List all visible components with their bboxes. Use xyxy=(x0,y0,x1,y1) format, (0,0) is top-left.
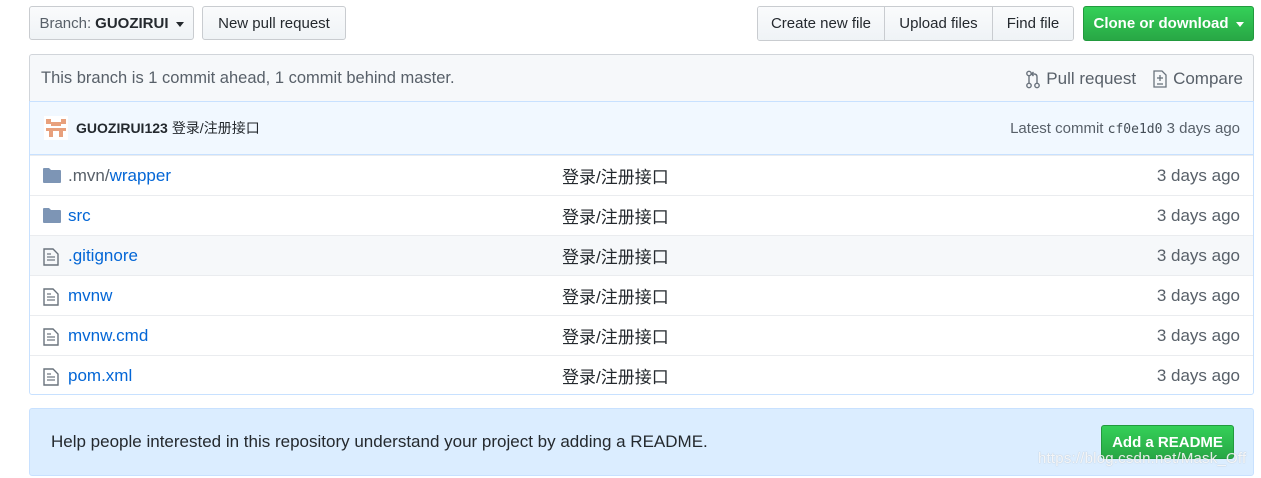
file-name: wrapper xyxy=(109,165,171,185)
file-name: src xyxy=(68,205,91,225)
branch-prefix: Branch: xyxy=(39,14,92,32)
caret-down-icon xyxy=(175,21,184,27)
file-actions-group: Create new file Upload files Find file xyxy=(757,6,1074,41)
file-icon xyxy=(43,248,59,271)
compare-label: Compare xyxy=(1173,69,1243,88)
file-age: 3 days ago xyxy=(1156,165,1240,185)
file-icon xyxy=(43,328,59,351)
readme-prompt-text: Help people interested in this repositor… xyxy=(51,432,708,451)
file-icon xyxy=(43,288,59,311)
folder-icon xyxy=(43,208,61,228)
clone-label: Clone or download xyxy=(1093,15,1229,32)
file-name: mvnw xyxy=(68,285,113,305)
file-name-link[interactable]: mvnw xyxy=(68,286,112,306)
file-commit-message[interactable]: 登录/注册接口 xyxy=(562,363,669,388)
clone-or-download-button[interactable]: Clone or download xyxy=(1083,6,1254,41)
path-prefix: .mvn/ xyxy=(68,165,110,185)
watermark: https://blog.csdn.net/Mask_Off xyxy=(1038,450,1247,467)
file-row: .mvn/wrapper 登录/注册接口 3 days ago xyxy=(30,155,1253,195)
latest-commit-label: Latest commit xyxy=(1010,119,1104,137)
find-file-button[interactable]: Find file xyxy=(993,7,1073,40)
commit-sha[interactable]: cf0e1d0 xyxy=(1108,122,1163,137)
file-name: .gitignore xyxy=(68,245,138,265)
file-age: 3 days ago xyxy=(1156,325,1240,345)
file-table: GUOZIRUI123 登录/注册接口 Latest commit cf0e1d… xyxy=(29,101,1254,395)
commit-age: 3 days ago xyxy=(1166,119,1240,137)
file-age: 3 days ago xyxy=(1156,205,1240,225)
file-commit-message[interactable]: 登录/注册接口 xyxy=(562,243,669,268)
compare-link[interactable]: Compare xyxy=(1152,69,1243,89)
file-name-link[interactable]: src xyxy=(68,206,91,226)
branch-select-button[interactable]: Branch: GUOZIRUI xyxy=(29,6,194,40)
commit-message[interactable]: 登录/注册接口 xyxy=(172,118,260,138)
file-icon xyxy=(43,368,59,391)
caret-down-icon xyxy=(1235,22,1244,27)
compare-icon xyxy=(1153,70,1167,88)
pull-request-link[interactable]: Pull request xyxy=(1025,69,1136,89)
pull-request-icon xyxy=(1026,70,1041,88)
branch-status-text: This branch is 1 commit ahead, 1 commit … xyxy=(41,69,455,87)
file-row: pom.xml 登录/注册接口 3 days ago xyxy=(30,355,1253,394)
file-commit-message[interactable]: 登录/注册接口 xyxy=(562,283,669,308)
new-pull-request-button[interactable]: New pull request xyxy=(202,6,346,40)
file-name-link[interactable]: .mvn/wrapper xyxy=(68,166,171,186)
upload-files-button[interactable]: Upload files xyxy=(885,7,993,40)
branch-actions: Pull request Compare xyxy=(1009,55,1243,103)
avatar[interactable] xyxy=(44,116,68,140)
folder-icon xyxy=(43,168,61,188)
file-name-link[interactable]: .gitignore xyxy=(68,246,138,266)
file-row: mvnw.cmd 登录/注册接口 3 days ago xyxy=(30,315,1253,355)
file-age: 3 days ago xyxy=(1156,365,1240,385)
file-commit-message[interactable]: 登录/注册接口 xyxy=(562,203,669,228)
branch-info-bar: This branch is 1 commit ahead, 1 commit … xyxy=(29,54,1254,102)
file-row: .gitignore 登录/注册接口 3 days ago xyxy=(30,235,1253,275)
file-name: pom.xml xyxy=(68,365,133,385)
latest-commit-info: Latest commit cf0e1d0 3 days ago xyxy=(1010,120,1240,137)
commit-tease: GUOZIRUI123 登录/注册接口 Latest commit cf0e1d… xyxy=(30,102,1253,155)
commit-author[interactable]: GUOZIRUI123 xyxy=(76,120,168,136)
file-name-link[interactable]: pom.xml xyxy=(68,366,132,386)
file-name: mvnw.cmd xyxy=(68,325,149,345)
create-new-file-button[interactable]: Create new file xyxy=(758,7,885,40)
file-age: 3 days ago xyxy=(1156,285,1240,305)
file-row: src 登录/注册接口 3 days ago xyxy=(30,195,1253,235)
file-name-link[interactable]: mvnw.cmd xyxy=(68,326,148,346)
pull-request-label: Pull request xyxy=(1046,69,1137,88)
file-commit-message[interactable]: 登录/注册接口 xyxy=(562,163,669,188)
branch-name: GUOZIRUI xyxy=(95,14,169,32)
file-age: 3 days ago xyxy=(1156,245,1240,265)
file-commit-message[interactable]: 登录/注册接口 xyxy=(562,323,669,348)
file-row: mvnw 登录/注册接口 3 days ago xyxy=(30,275,1253,315)
